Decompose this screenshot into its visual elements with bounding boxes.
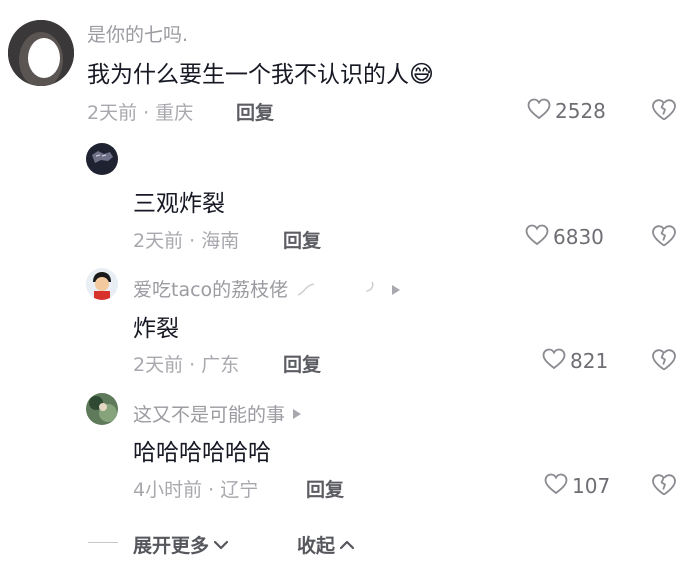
- dislike-button[interactable]: [651, 98, 677, 126]
- avatar[interactable]: [86, 143, 118, 175]
- like-count: 107: [572, 474, 611, 498]
- chevron-up-icon: [339, 540, 355, 549]
- like-button[interactable]: 2528: [527, 98, 606, 124]
- reply-username-text: 爱吃taco的荔枝佬: [133, 279, 289, 301]
- broken-heart-icon: [652, 225, 676, 247]
- reply-button[interactable]: 回复: [236, 98, 274, 125]
- broken-heart-icon: [652, 474, 676, 496]
- reply-username[interactable]: 这又不是可能的事: [133, 400, 304, 427]
- reply-button[interactable]: 回复: [283, 226, 321, 253]
- play-triangle-icon: [293, 408, 302, 419]
- comment-text: 我为什么要生一个我不认识的人😅: [87, 55, 434, 89]
- divider-line: [88, 542, 118, 543]
- like-button[interactable]: 6830: [525, 224, 604, 250]
- comment-text-content: 我为什么要生一个我不认识的人: [87, 62, 409, 88]
- collapse-button[interactable]: 收起: [297, 531, 356, 558]
- dislike-button[interactable]: [651, 348, 677, 376]
- heart-outline-icon: [542, 348, 566, 374]
- comment-username[interactable]: 是你的七吗.: [87, 20, 188, 47]
- broken-heart-icon: [652, 349, 676, 371]
- dislike-button[interactable]: [651, 473, 677, 501]
- comment-time-location: 2天前 · 重庆: [87, 102, 194, 124]
- heart-outline-icon: [527, 98, 551, 124]
- decoration-icon: [297, 281, 401, 296]
- collapse-label: 收起: [297, 535, 336, 557]
- heart-outline-icon: [525, 224, 549, 250]
- reply-text: 炸裂: [133, 316, 179, 342]
- reply-text: 哈哈哈哈哈哈: [133, 440, 271, 466]
- chevron-down-icon: [213, 540, 229, 549]
- expand-more-label: 展开更多: [133, 535, 210, 557]
- avatar[interactable]: [86, 393, 118, 425]
- reply-username-text: 这又不是可能的事: [133, 404, 286, 426]
- broken-heart-icon: [652, 99, 676, 121]
- avatar[interactable]: [8, 20, 74, 86]
- avatar[interactable]: [86, 268, 118, 300]
- like-count: 821: [570, 349, 609, 373]
- reply-time-location: 2天前 · 海南: [133, 230, 240, 252]
- reply-time-location: 4小时前 · 辽宁: [133, 479, 259, 501]
- like-count: 6830: [553, 225, 604, 249]
- reply-button[interactable]: 回复: [283, 350, 321, 377]
- grinning-sweat-emoji: 😅: [409, 60, 435, 88]
- dislike-button[interactable]: [651, 224, 677, 252]
- reply-button[interactable]: 回复: [306, 475, 344, 502]
- reply-time-location: 2天前 · 广东: [133, 354, 240, 376]
- like-button[interactable]: 107: [544, 473, 610, 499]
- heart-outline-icon: [544, 473, 568, 499]
- like-count: 2528: [555, 99, 606, 123]
- reply-username[interactable]: 爱吃taco的荔枝佬: [133, 275, 404, 302]
- reply-text: 三观炸裂: [133, 191, 225, 217]
- expand-more-button[interactable]: 展开更多: [133, 531, 230, 558]
- like-button[interactable]: 821: [542, 348, 608, 374]
